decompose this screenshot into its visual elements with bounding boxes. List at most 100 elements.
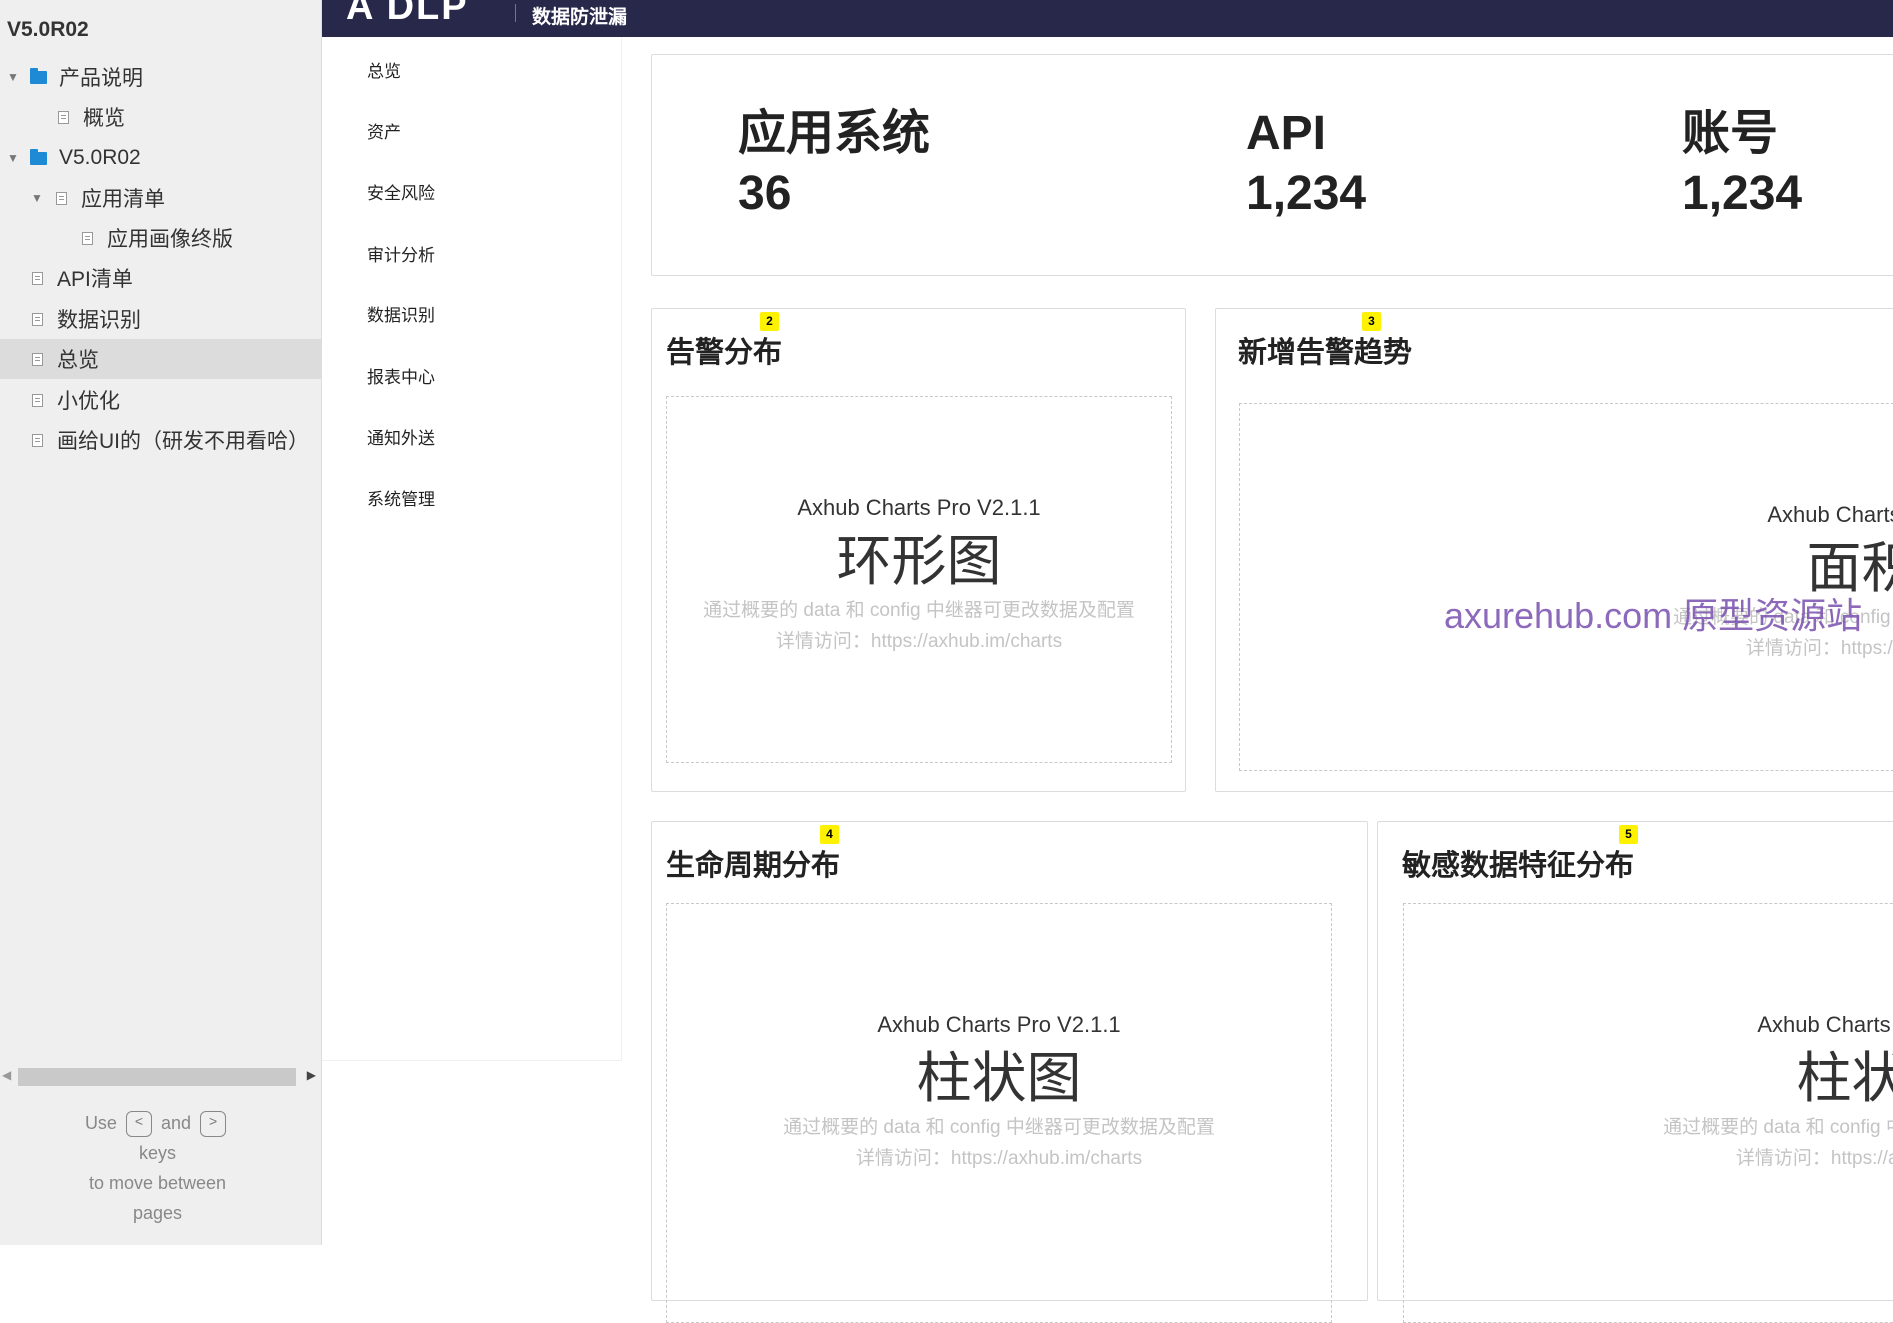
side-menu: 总览 资产 安全风险 审计分析 数据识别 报表中心 通知外送 系统管理 [322, 37, 622, 1061]
help-text: Use [84, 1113, 117, 1133]
menu-item-report-center[interactable]: 报表中心 [367, 363, 435, 388]
stat-value: 1,234 [1682, 167, 1803, 220]
chart-version: Axhub Charts Pro V2.1.1 [1767, 502, 1893, 527]
card-title: 告警分布 [666, 337, 783, 369]
lifecycle-distribution-card: 生命周期分布 4 Axhub Charts Pro V2.1.1 柱状图 通过概… [651, 821, 1368, 1323]
bar-chart-placeholder: Axhub Charts Pro V2.1.1 柱状图 通过概要的 data 和… [666, 903, 1332, 1323]
card-title: 敏感数据特征分布 [1402, 850, 1635, 882]
help-text: to move between [88, 1173, 227, 1193]
project-title: V5.0R02 [7, 18, 89, 41]
expand-arrow-icon[interactable]: ▼ [6, 70, 20, 84]
expand-arrow-icon[interactable]: ▼ [6, 151, 20, 165]
stat-label: API [1246, 107, 1327, 160]
top-header: A DLP 数据防泄漏 [322, 0, 1893, 37]
card-title: 新增告警趋势 [1238, 337, 1413, 369]
chart-description: 通过概要的 data 和 config 中继器可更改数据及配置 [1663, 1117, 1893, 1138]
page-icon [58, 110, 69, 124]
sitemap-item-overview[interactable]: 概览 [0, 97, 322, 137]
sitemap-item-app-list[interactable]: ▼ 应用清单 [0, 178, 322, 218]
sitemap-item-app-profile[interactable]: 应用画像终版 [0, 218, 322, 258]
main-content: 应用系统 36 API 1,234 账号 1,234 告警分布 2 Axhub … [622, 37, 1893, 1323]
sitemap-panel: V5.0R02 ▼ 产品说明 概览 ▼ V5.0R02 ▼ 应用清单 应用画像终… [0, 0, 322, 1245]
chart-placeholder-text: Axhub Charts Pro V2.1.1 柱状图 通过概要的 data 和… [667, 1010, 1331, 1174]
folder-icon [30, 67, 47, 84]
stat-accounts: 账号 1,234 [1682, 105, 1802, 225]
prev-key-icon: < [125, 1111, 152, 1138]
chart-type: 环形图 [836, 530, 1002, 592]
menu-item-system-management[interactable]: 系统管理 [367, 485, 435, 510]
sitemap-item-label: 画给UI的（研发不用看哈） [57, 430, 309, 453]
sitemap-item-label: 总览 [57, 349, 99, 372]
logo-divider [515, 4, 516, 22]
sitemap-item-for-ui[interactable]: 画给UI的（研发不用看哈） [0, 420, 322, 460]
sitemap-item-data-identify[interactable]: 数据识别 [0, 299, 322, 339]
sitemap-item-minor-optimization[interactable]: 小优化 [0, 380, 322, 420]
stat-app-systems: 应用系统 36 [738, 105, 930, 225]
chart-version: Axhub Charts Pro V2.1.1 [877, 1012, 1121, 1037]
sitemap-item-label: 产品说明 [59, 67, 143, 90]
stat-value: 1,234 [1246, 167, 1367, 220]
menu-item-security-risk[interactable]: 安全风险 [367, 179, 435, 204]
annotation-badge: 5 [1619, 825, 1638, 844]
sitemap-item-label: API清单 [57, 268, 133, 291]
menu-item-overview[interactable]: 总览 [367, 57, 401, 82]
chart-link: 详情访问：https://axhub.im/charts [1735, 1148, 1893, 1169]
watermark: axurehub.com 原型资源站 [1444, 595, 1863, 636]
sitemap-item-label: 概览 [83, 107, 125, 130]
expand-arrow-icon[interactable]: ▼ [30, 191, 44, 205]
donut-chart-placeholder: Axhub Charts Pro V2.1.1 环形图 通过概要的 data 和… [666, 396, 1172, 763]
app-logo[interactable]: A DLP [346, 0, 469, 29]
app-subtitle: 数据防泄漏 [532, 7, 628, 28]
alert-trend-card: 新增告警趋势 3 Axhub Charts Pro V2.1.1 面积图 通过概… [1215, 308, 1893, 792]
sitemap-item-label: V5.0R02 [59, 146, 141, 169]
chart-version: Axhub Charts Pro V2.1.1 [1757, 1012, 1893, 1037]
page-icon [32, 271, 43, 285]
help-text: and [160, 1113, 192, 1133]
chart-description: 通过概要的 data 和 config 中继器可更改数据及配置 [783, 1117, 1215, 1138]
help-text: keys [138, 1143, 176, 1163]
page-icon [32, 433, 43, 447]
keyboard-help: Use < and > keys to move between pages [0, 1108, 315, 1228]
sitemap-item-label: 小优化 [57, 390, 120, 413]
stats-card: 应用系统 36 API 1,234 账号 1,234 [651, 54, 1893, 276]
chart-link: 详情访问：https://axhub.im/charts [855, 1148, 1143, 1169]
folder-icon [30, 148, 47, 165]
scroll-left-icon[interactable]: ◀ [2, 1068, 11, 1082]
menu-item-assets[interactable]: 资产 [367, 118, 401, 143]
chart-version: Axhub Charts Pro V2.1.1 [797, 495, 1041, 520]
page-icon [56, 191, 67, 205]
sensitive-data-feature-card: 敏感数据特征分布 5 Axhub Charts Pro V2.1.1 柱状图 通… [1377, 821, 1893, 1323]
annotation-badge: 3 [1362, 312, 1381, 331]
stat-value: 36 [738, 167, 792, 220]
page-icon [82, 231, 93, 245]
sitemap-item-api-list[interactable]: API清单 [0, 258, 322, 298]
page-icon [32, 352, 43, 366]
bar-chart-placeholder: Axhub Charts Pro V2.1.1 柱状图 通过概要的 data 和… [1403, 903, 1893, 1323]
scroll-right-icon[interactable]: ▶ [307, 1068, 316, 1082]
scrollbar-thumb[interactable] [18, 1068, 296, 1086]
alert-distribution-card: 告警分布 2 Axhub Charts Pro V2.1.1 环形图 通过概要的… [651, 308, 1186, 792]
menu-item-audit-analysis[interactable]: 审计分析 [367, 241, 435, 266]
chart-description: 通过概要的 data 和 config 中继器可更改数据及配置 [703, 600, 1135, 621]
sitemap-item-label: 数据识别 [57, 309, 141, 332]
chart-type: 柱状图 [1796, 1047, 1893, 1109]
sitemap-item-label: 应用清单 [81, 188, 165, 211]
horizontal-scrollbar[interactable]: ◀ ▶ [0, 1065, 322, 1087]
sitemap-item-label: 应用画像终版 [107, 228, 233, 251]
menu-item-data-identify[interactable]: 数据识别 [367, 301, 435, 326]
sitemap-item-dashboard[interactable]: 总览 [0, 339, 322, 379]
stat-api: API 1,234 [1246, 105, 1366, 225]
annotation-badge: 4 [820, 825, 839, 844]
page-icon [32, 393, 43, 407]
help-text: pages [132, 1203, 183, 1223]
stat-label: 应用系统 [738, 107, 931, 160]
card-title: 生命周期分布 [666, 850, 841, 882]
chart-link: 详情访问：https://axhub.im/charts [775, 631, 1063, 652]
chart-placeholder-text: Axhub Charts Pro V2.1.1 柱状图 通过概要的 data 和… [1614, 1010, 1893, 1174]
chart-placeholder-text: Axhub Charts Pro V2.1.1 面积图 通过概要的 data 和… [1624, 500, 1893, 664]
annotation-badge: 2 [760, 312, 779, 331]
menu-item-notification-outbound[interactable]: 通知外送 [367, 424, 435, 449]
sitemap-item-product-description[interactable]: ▼ 产品说明 [0, 57, 322, 97]
sitemap-item-version[interactable]: ▼ V5.0R02 [0, 138, 322, 178]
next-key-icon: > [200, 1111, 227, 1138]
